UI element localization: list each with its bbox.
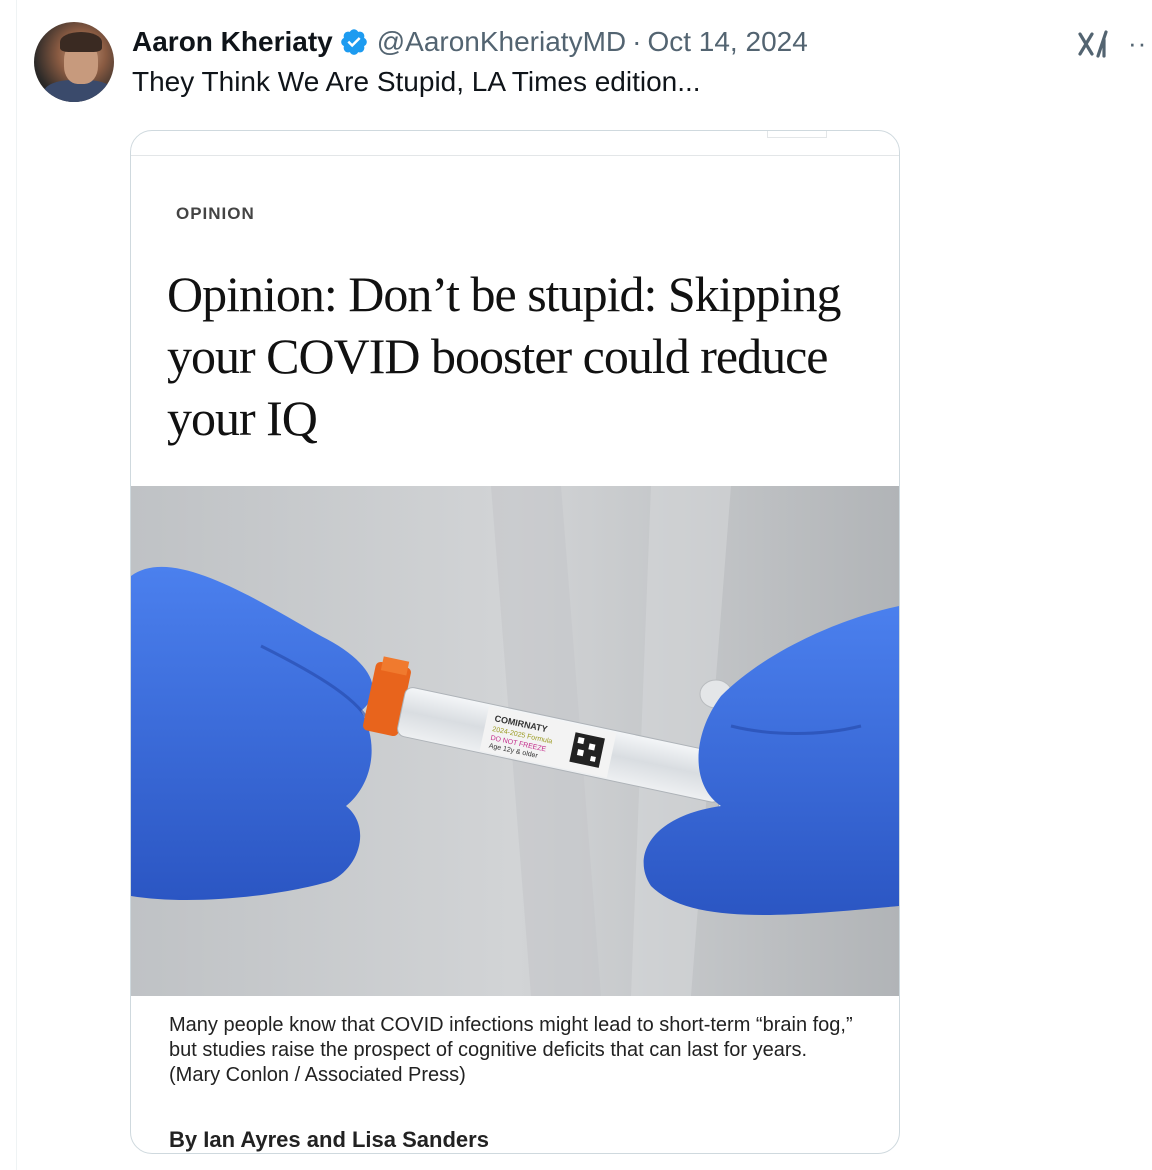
article-top-rule xyxy=(131,155,899,156)
more-options-icon[interactable]: ·· xyxy=(1128,28,1147,59)
syringe-photo-illustration: COMIRNATY 2024-2025 Formula DO NOT FREEZ… xyxy=(131,486,899,996)
tweet-header: Aaron Kheriaty @AaronKheriatyMD · Oct 14… xyxy=(132,22,808,62)
article-top-tab xyxy=(767,131,827,138)
author-handle[interactable]: @AaronKheriatyMD xyxy=(377,26,626,58)
tweet[interactable]: Aaron Kheriaty @AaronKheriatyMD · Oct 14… xyxy=(0,0,1152,1170)
photo-caption: Many people know that COVID infections m… xyxy=(169,1014,853,1086)
article-photo: COMIRNATY 2024-2025 Formula DO NOT FREEZ… xyxy=(131,486,899,996)
grok-icon[interactable] xyxy=(1076,26,1112,62)
article-headline: Opinion: Don’t be stupid: Skipping your … xyxy=(167,266,841,446)
tweet-text: They Think We Are Stupid, LA Times editi… xyxy=(132,66,701,97)
author-name[interactable]: Aaron Kheriaty xyxy=(132,26,333,58)
timeline-rule xyxy=(16,0,17,1170)
article-kicker: OPINION xyxy=(176,204,255,223)
tweet-date[interactable]: Oct 14, 2024 xyxy=(647,26,807,58)
syringe-datamatrix xyxy=(569,732,605,768)
verified-badge-icon xyxy=(340,29,367,55)
avatar[interactable] xyxy=(34,22,114,102)
header-separator: · xyxy=(632,26,642,57)
tweet-media[interactable]: OPINION Opinion: Don’t be stupid: Skippi… xyxy=(130,130,900,1154)
article-byline: By Ian Ayres and Lisa Sanders xyxy=(169,1127,489,1152)
